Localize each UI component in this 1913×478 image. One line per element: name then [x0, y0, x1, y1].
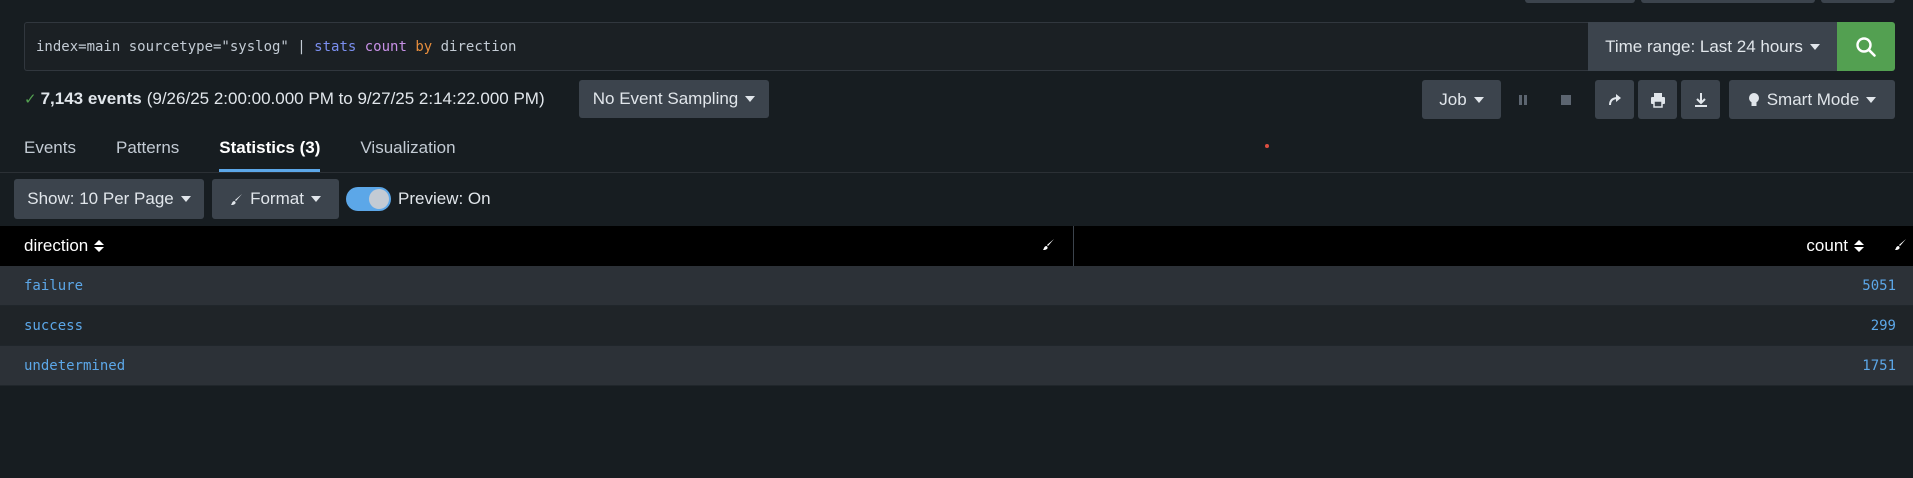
preview-label: Preview: On	[398, 189, 491, 208]
search-query-input[interactable]: index=main sourcetype="syslog" | stats c…	[24, 22, 1588, 71]
stop-button[interactable]	[1546, 80, 1585, 119]
query-function: count	[364, 38, 407, 55]
query-space	[407, 39, 415, 55]
lightbulb-icon	[1748, 92, 1759, 106]
query-keyword: by	[415, 38, 433, 55]
event-sampling-dropdown[interactable]: No Event Sampling	[579, 80, 769, 118]
sort-icon[interactable]	[94, 240, 105, 252]
format-label: Format	[250, 189, 304, 208]
direction-cell[interactable]: failure	[0, 278, 1074, 294]
share-button[interactable]	[1595, 80, 1634, 119]
statistics-table: direction count failure 5051 success 299…	[0, 226, 1913, 386]
count-cell[interactable]: 299	[1074, 318, 1913, 334]
event-time-range: (9/26/25 2:00:00.000 PM to 9/27/25 2:14:…	[146, 89, 545, 108]
print-icon	[1650, 92, 1665, 108]
chevron-down-icon	[310, 196, 321, 202]
chevron-down-icon	[1473, 96, 1484, 103]
search-mode-dropdown[interactable]: Smart Mode	[1729, 80, 1895, 119]
event-count: 7,143 events	[40, 89, 142, 108]
print-button[interactable]	[1638, 80, 1677, 119]
time-range-label: Time range: Last 24 hours	[1605, 36, 1803, 56]
chevron-down-icon	[180, 196, 191, 202]
paintbrush-icon[interactable]	[1042, 238, 1055, 251]
job-menu-button[interactable]: Job	[1422, 80, 1501, 119]
time-range-picker[interactable]: Time range: Last 24 hours	[1588, 22, 1837, 71]
top-button-stub[interactable]	[1525, 0, 1635, 3]
chevron-down-icon	[1866, 96, 1877, 103]
table-row: success 299	[0, 306, 1913, 346]
column-header-label: direction	[24, 236, 89, 255]
column-header-direction[interactable]: direction	[0, 226, 1074, 266]
tab-visualization[interactable]: Visualization	[360, 124, 455, 172]
query-field: direction	[432, 38, 517, 55]
count-cell[interactable]: 5051	[1074, 278, 1913, 294]
job-status: ✓ 7,143 events (9/26/25 2:00:00.000 PM t…	[24, 80, 545, 118]
query-text: index=main sourcetype="syslog" |	[36, 38, 315, 55]
top-button-stub[interactable]	[1641, 0, 1815, 3]
pause-icon	[1518, 94, 1527, 105]
search-mode-label: Smart Mode	[1766, 89, 1860, 109]
chevron-down-icon	[745, 96, 756, 102]
per-page-dropdown[interactable]: Show: 10 Per Page	[14, 179, 204, 219]
direction-cell[interactable]: undetermined	[0, 358, 1074, 374]
table-header: direction count	[0, 226, 1913, 266]
preview-toggle[interactable]	[346, 187, 391, 211]
query-space	[356, 39, 364, 55]
paintbrush-icon	[231, 193, 243, 205]
search-button[interactable]	[1837, 22, 1895, 71]
tab-statistics[interactable]: Statistics (3)	[219, 124, 321, 172]
sort-icon[interactable]	[1854, 240, 1864, 252]
event-sampling-label: No Event Sampling	[592, 89, 739, 108]
format-dropdown[interactable]: Format	[212, 179, 339, 219]
results-tabs: Events Patterns Statistics (3) Visualiza…	[24, 124, 456, 172]
paintbrush-icon[interactable]	[1894, 238, 1907, 251]
download-icon	[1694, 92, 1707, 107]
column-header-count[interactable]: count	[1074, 226, 1913, 266]
tab-events[interactable]: Events	[24, 124, 76, 172]
table-row: undetermined 1751	[0, 346, 1913, 386]
indicator-dot	[1265, 144, 1269, 148]
share-arrow-icon	[1608, 93, 1621, 105]
direction-cell[interactable]: success	[0, 318, 1074, 334]
tabs-divider	[0, 172, 1913, 173]
table-row: failure 5051	[0, 266, 1913, 306]
job-label: Job	[1439, 89, 1467, 109]
tab-patterns[interactable]: Patterns	[116, 124, 179, 172]
search-bar: index=main sourcetype="syslog" | stats c…	[24, 22, 1895, 71]
per-page-label: Show: 10 Per Page	[27, 189, 174, 208]
top-button-stub[interactable]	[1821, 0, 1895, 3]
count-cell[interactable]: 1751	[1074, 358, 1913, 374]
column-header-label: count	[1806, 236, 1848, 255]
checkmark-icon: ✓	[24, 91, 37, 108]
stop-icon	[1560, 94, 1571, 105]
chevron-down-icon	[1809, 43, 1820, 50]
export-button[interactable]	[1681, 80, 1720, 119]
query-command: stats	[314, 38, 357, 55]
search-icon	[1856, 36, 1876, 57]
pause-button[interactable]	[1503, 80, 1542, 119]
